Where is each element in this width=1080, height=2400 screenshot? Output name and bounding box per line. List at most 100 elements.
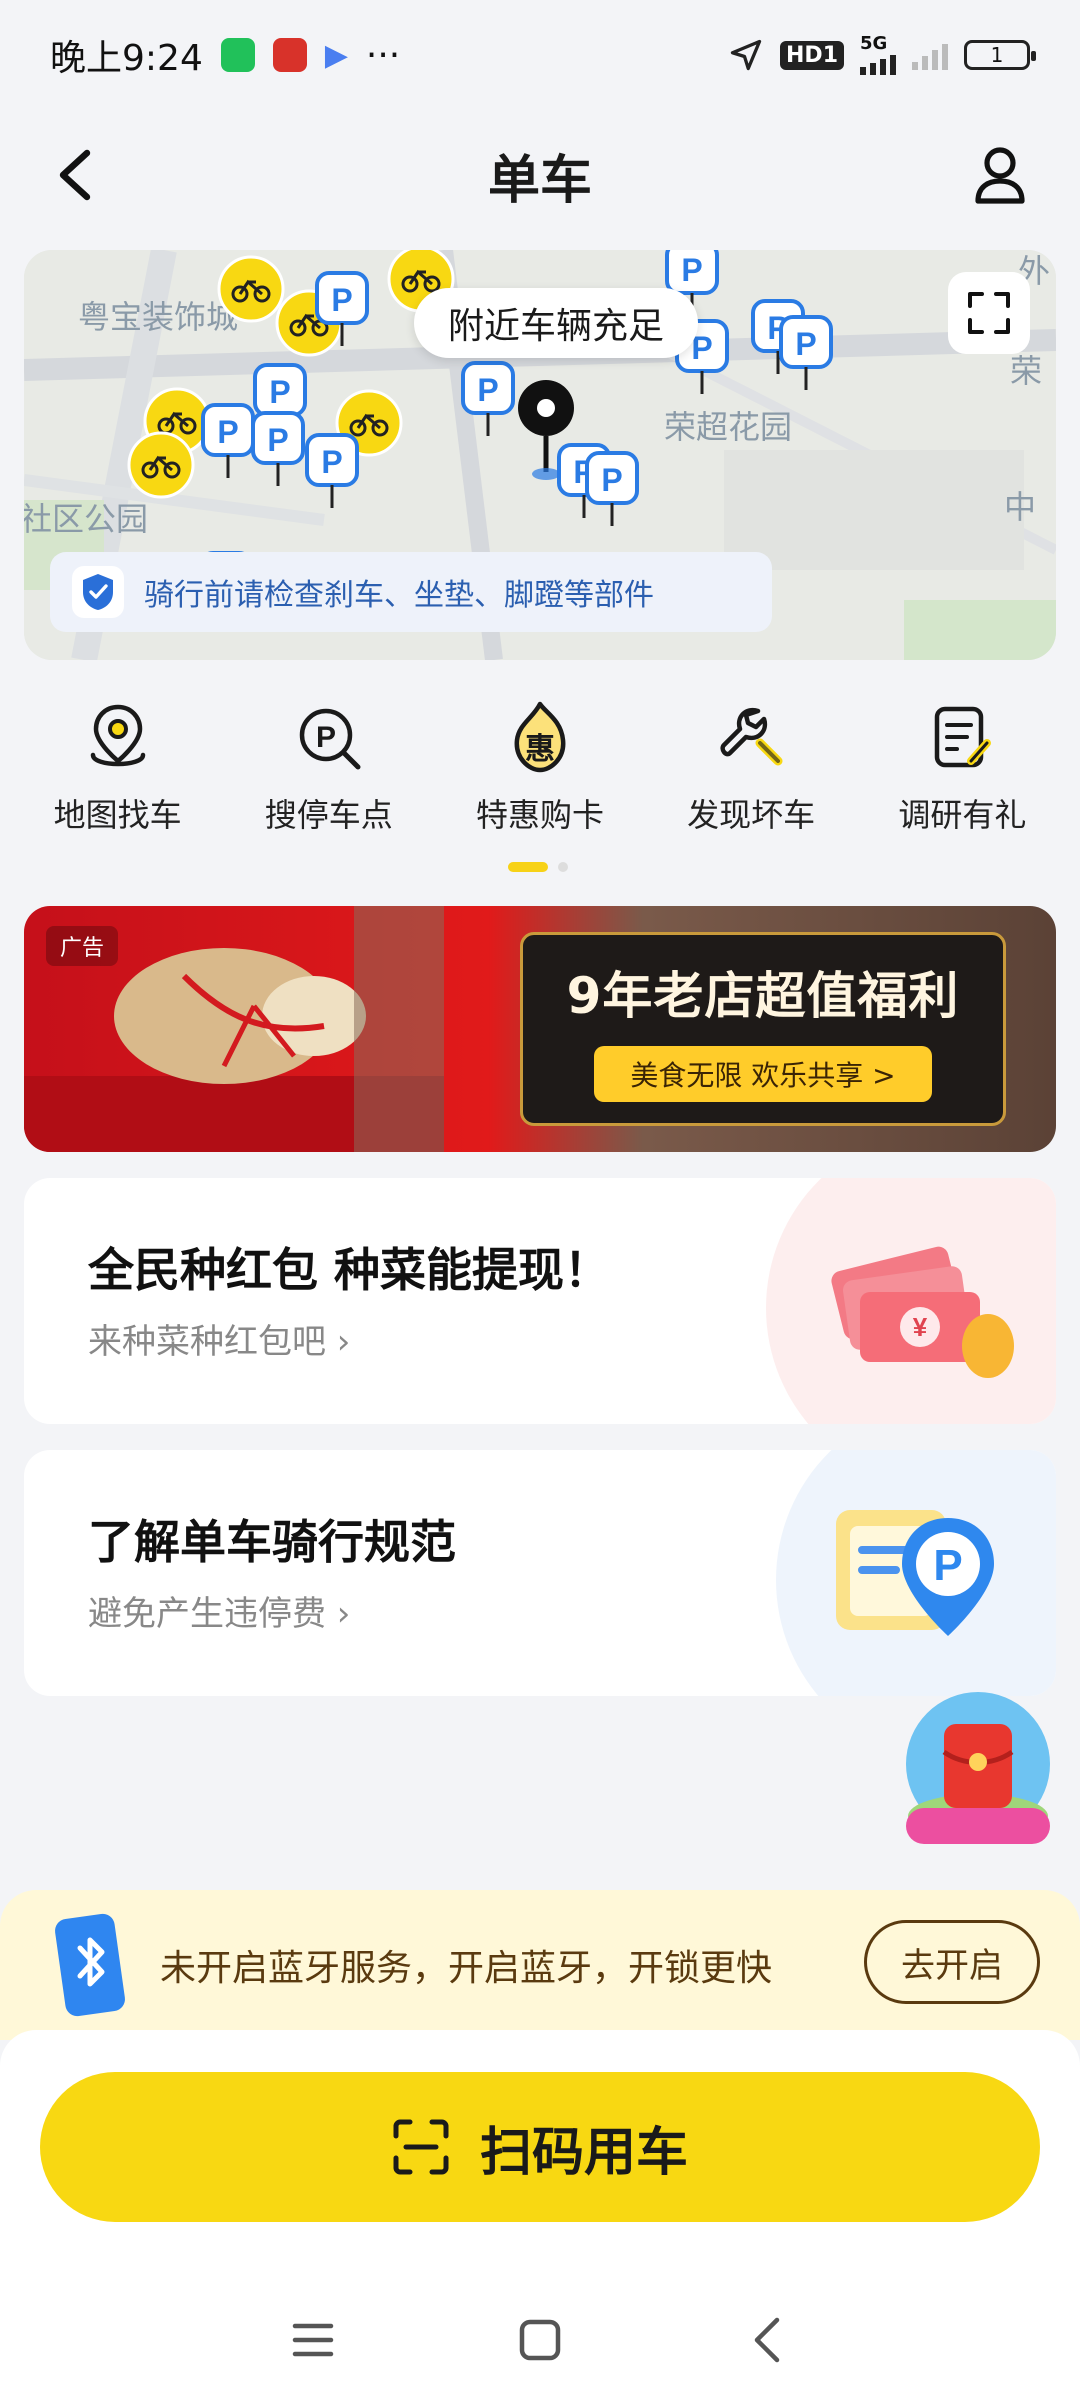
svg-text:P: P — [477, 372, 498, 408]
map-label: 中 — [1004, 488, 1037, 526]
status-time: 晚上9:24 — [50, 38, 203, 79]
svg-text:P: P — [217, 414, 238, 450]
ad-cta[interactable]: 美食无限 欢乐共享 > — [594, 1046, 932, 1102]
red-packet-card[interactable]: 全民种红包 种菜能提现！ 来种菜种红包吧 › ¥ — [24, 1178, 1056, 1424]
parking-marker-icon[interactable]: P — [460, 360, 516, 438]
parking-rule-icon: P — [836, 1510, 994, 1636]
user-icon — [975, 147, 1025, 204]
signal-5g: 5G — [860, 35, 896, 75]
card-subtitle: 来种菜种红包吧 › — [88, 1322, 351, 1362]
shield-icon-wrap — [72, 566, 124, 618]
safety-notice: 骑行前请检查刹车、坐垫、脚蹬等部件 — [50, 552, 772, 632]
signal-bars-icon — [860, 53, 896, 75]
nav-back-button[interactable] — [727, 2300, 807, 2380]
pager-dot-active — [508, 862, 548, 872]
shield-check-icon — [83, 574, 113, 610]
svg-text:P: P — [681, 252, 702, 288]
nearby-bikes-bubble: 附近车辆充足 — [414, 288, 699, 358]
fullscreen-button[interactable] — [948, 272, 1030, 354]
wechat-icon — [220, 38, 255, 72]
bike-marker-icon[interactable] — [126, 430, 196, 500]
bluetooth-phone-icon — [55, 1913, 125, 2017]
parking-marker-icon[interactable]: P — [584, 450, 640, 528]
menu-icon — [293, 2323, 334, 2357]
svg-text:P: P — [795, 326, 816, 362]
map-pin-icon — [80, 700, 156, 776]
quick-menu-label: 地图找车 — [53, 796, 182, 834]
status-left: 晚上9:24 ▶ ··· — [50, 29, 400, 81]
media-play-icon: ▶ — [324, 37, 348, 73]
quick-menu-label: 搜停车点 — [264, 796, 393, 834]
bottom-panel: 扫码用车 — [0, 2030, 1080, 2400]
card-title: 全民种红包 种菜能提现！ — [88, 1243, 611, 1297]
svg-text:P: P — [269, 374, 290, 410]
battery-icon: 1 — [964, 40, 1036, 70]
map-view[interactable]: 粤宝装饰城 荣超花园 社区公园 中 荣 外 P P P P P P P P P … — [24, 250, 1056, 660]
scan-icon — [393, 2119, 449, 2175]
riding-rules-card[interactable]: 了解单车骑行规范 避免产生违停费 › P — [24, 1450, 1056, 1696]
ad-title: 9年老店超值福利 — [566, 967, 960, 1025]
chevron-left-icon — [754, 2317, 779, 2363]
parking-marker-icon[interactable]: P — [304, 432, 360, 510]
quick-menu-map-find[interactable]: 地图找车 — [23, 700, 213, 860]
card-subtitle: 避免产生违停费 › — [88, 1594, 351, 1634]
app-notification-icon — [272, 38, 307, 72]
wrench-icon — [713, 700, 789, 776]
svg-text:¥: ¥ — [913, 1312, 928, 1342]
quick-menu-parking-search[interactable]: P 搜停车点 — [234, 700, 424, 860]
money-stack-icon: ¥ — [831, 1246, 1014, 1378]
map-label: 荣超花园 — [664, 408, 793, 446]
pager-dot[interactable] — [558, 862, 568, 872]
ad-tag: 广告 — [46, 926, 119, 966]
parking-marker-icon[interactable]: P — [778, 314, 834, 392]
svg-text:P: P — [933, 1541, 962, 1590]
header: 单车 — [0, 110, 1080, 240]
parking-marker-icon[interactable]: P — [250, 410, 306, 488]
scan-to-ride-label: 扫码用车 — [479, 2122, 688, 2183]
chevron-left-icon — [59, 149, 91, 201]
map-label: 粤宝装饰城 — [78, 298, 239, 336]
battery-level: 1 — [990, 43, 1004, 67]
status-bar: 晚上9:24 ▶ ··· HD1 5G 1 — [0, 0, 1080, 110]
back-button[interactable] — [40, 140, 110, 210]
safety-notice-text: 骑行前请检查刹车、坐垫、脚蹬等部件 — [144, 578, 654, 613]
signal-bars-secondary-icon — [912, 40, 948, 70]
floating-red-packet-button[interactable] — [898, 1690, 1058, 1850]
svg-text:P: P — [331, 282, 352, 318]
card-title: 了解单车骑行规范 — [88, 1515, 456, 1569]
parking-marker-icon[interactable]: P — [200, 402, 256, 480]
expand-icon — [968, 292, 1010, 334]
quick-menu-pager — [508, 862, 568, 872]
nav-menu-button[interactable] — [273, 2300, 353, 2380]
current-location-pin-icon — [518, 380, 574, 480]
ad-banner[interactable]: 广告 9年老店超值福利 美食无限 欢乐共享 > — [24, 906, 1056, 1152]
map-label: 社区公园 — [24, 500, 149, 538]
status-right: HD1 5G 1 — [728, 35, 1036, 75]
location-arrow-icon — [730, 39, 762, 71]
quick-menu-label: 调研有礼 — [898, 796, 1027, 834]
survey-icon — [924, 700, 1000, 776]
svg-text:P: P — [267, 422, 288, 458]
nav-home-button[interactable] — [500, 2300, 580, 2380]
parking-search-icon: P — [291, 700, 367, 776]
quick-menu-survey[interactable]: 调研有礼 — [867, 700, 1057, 860]
quick-menu-discount-card[interactable]: 惠 特惠购卡 — [445, 700, 635, 860]
quick-menu: 地图找车 P 搜停车点 惠 特惠购卡 发现坏车 调研有礼 — [0, 700, 1080, 860]
network-type: 5G — [860, 33, 888, 54]
red-packet-icon — [906, 1692, 1050, 1844]
page-title: 单车 — [487, 150, 592, 211]
system-nav-bar — [0, 2280, 1080, 2400]
quick-menu-label: 特惠购卡 — [475, 796, 604, 834]
discount-card-icon: 惠 — [502, 700, 578, 776]
parking-marker-icon[interactable]: P — [314, 270, 370, 348]
bluetooth-prompt-text: 未开启蓝牙服务，开启蓝牙，开锁更快 — [160, 1948, 773, 1989]
profile-button[interactable] — [960, 135, 1040, 215]
quick-menu-label: 发现坏车 — [687, 796, 816, 834]
scan-to-ride-button[interactable]: 扫码用车 — [40, 2072, 1040, 2222]
discount-card-glyph: 惠 — [524, 732, 555, 767]
enable-bluetooth-button[interactable]: 去开启 — [864, 1920, 1040, 2004]
quick-menu-report-broken[interactable]: 发现坏车 — [656, 700, 846, 860]
svg-text:P: P — [601, 462, 622, 498]
bluetooth-prompt: 未开启蓝牙服务，开启蓝牙，开锁更快 去开启 — [0, 1890, 1080, 2040]
home-square-icon — [519, 2319, 561, 2361]
